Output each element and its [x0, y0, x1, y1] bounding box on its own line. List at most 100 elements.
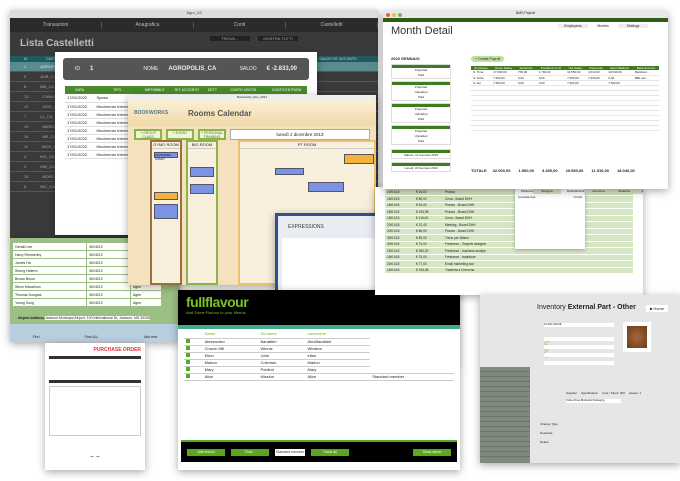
column-header[interactable]: DATA	[65, 86, 95, 94]
add-record-button[interactable]: Add record	[187, 448, 225, 456]
nav-anagrafica[interactable]: Anagrafica	[102, 22, 194, 28]
status-item[interactable]: Paid	[392, 95, 450, 100]
cell: John	[258, 351, 306, 360]
column-header: PT ROOM	[240, 142, 374, 149]
line-items	[49, 386, 141, 436]
date-cell: 06/18/12	[86, 274, 131, 283]
find-all-button[interactable]: Find ALL	[85, 335, 99, 342]
create-payroll-button[interactable]: + Create Payroll	[471, 56, 505, 62]
column-header[interactable]: CONTO USCITA	[220, 86, 267, 94]
table-row[interactable]: Thomas Douglas 06/18/12 Agen	[11, 290, 163, 299]
calendar-event[interactable]	[275, 168, 304, 175]
home-label: Home	[653, 306, 664, 311]
title-light: Inventory	[537, 304, 566, 311]
calendar-event[interactable]	[190, 167, 214, 177]
nav-castelletti[interactable]: Castelletti	[286, 22, 378, 28]
cell: LL_CA	[40, 114, 53, 119]
status-item[interactable]: Paid	[392, 139, 450, 144]
list-item[interactable]	[480, 452, 530, 457]
status-group: Prepared Uploaded Paid	[391, 103, 451, 123]
cell: BM_CA	[40, 84, 55, 89]
row-marker-icon	[186, 339, 190, 343]
nav-conti[interactable]: Conti	[194, 22, 286, 28]
cancel-data-button[interactable]: Cancella dati	[518, 195, 535, 200]
table-row[interactable]: Elton John elton	[184, 351, 454, 360]
home-button[interactable]: ■ Home	[645, 305, 668, 312]
cell: Mary	[202, 365, 259, 374]
table-row[interactable]: Alice Mission Alice Standard member	[184, 372, 454, 381]
cell: 13	[24, 94, 29, 99]
date-selector[interactable]: lunedì 2 dicembre 2013	[230, 129, 370, 140]
add-group-class-button[interactable]: + GROUP CLASS	[134, 129, 162, 140]
table-row[interactable]: Alessandro Barattieri AlexBarattieri	[184, 337, 454, 346]
status-select[interactable]: Agen	[129, 290, 163, 299]
status-group: Prepared Uploaded Paid	[391, 81, 451, 101]
cell: elton	[305, 351, 371, 360]
col-surname[interactable]: Surname	[258, 329, 305, 338]
row-marker-icon	[186, 346, 190, 350]
date-1: Sabato, 14 Gennaio 2023	[403, 153, 439, 157]
tab-months[interactable]: Months	[588, 24, 618, 28]
table-row[interactable]: Young Song 06/18/12 Agen	[11, 298, 163, 307]
column-header: BIG ROOM	[188, 142, 216, 149]
col-name[interactable]: Name	[203, 329, 259, 338]
find-button[interactable]: Find...	[231, 448, 269, 456]
tab-supplier[interactable]: Supplier	[566, 391, 577, 395]
calendar-event[interactable]	[154, 192, 178, 200]
find-button[interactable]: Find	[33, 335, 40, 342]
parts-list[interactable]	[480, 367, 530, 463]
column-header[interactable]: TIPO	[94, 86, 140, 94]
table-row[interactable]: Church Hill Winnie Winston	[184, 344, 454, 353]
column-header[interactable]: DETT	[204, 86, 221, 94]
add-new-button[interactable]: Add new	[144, 335, 158, 342]
name-cell: Thomas Douglas	[11, 290, 88, 299]
calendar-event[interactable]	[190, 184, 214, 194]
supplier-field[interactable]: Yellow Rose Bindsville Packaging	[566, 399, 621, 403]
cell: 3	[24, 164, 27, 169]
column-header[interactable]: IMPONIBILE	[139, 86, 170, 94]
show-report-button[interactable]: Show report	[413, 448, 451, 456]
change-type-option[interactable]: Change Type	[540, 420, 558, 429]
status-select[interactable]: Agen	[129, 298, 163, 307]
status-item[interactable]: Paid	[392, 73, 450, 78]
nav-transazioni[interactable]: Transazioni	[10, 22, 102, 28]
table-row[interactable]: 15/01/18 € 195,58 Trasferta a Cremona	[385, 267, 633, 274]
tab-assets[interactable]: Assets: 1	[629, 391, 641, 395]
page-title: Rooms Calendar	[188, 108, 252, 118]
tab-settings[interactable]: Settings	[618, 24, 648, 28]
name-cell: Steve Marathum	[11, 282, 88, 291]
table-row[interactable]: Marlon Coleman Marlon	[184, 358, 454, 367]
duplicate-option[interactable]: Duplicate	[540, 429, 558, 438]
name-label: NOME	[143, 66, 159, 72]
table-row[interactable]: Mary Poblind Mary	[184, 365, 454, 374]
cell: 4	[24, 154, 27, 159]
tab-cost-stock[interactable]: Cost / Stock: 460	[602, 391, 625, 395]
close-button[interactable]: Chiudi	[573, 195, 582, 200]
calendar-event[interactable]	[308, 182, 344, 192]
calendar-event[interactable]: LEVANDRA CAMPI	[154, 152, 178, 161]
status-group: Prepared Paid	[391, 64, 451, 79]
add-personal-training-button[interactable]: + PERSONAL TRAINING	[198, 129, 226, 140]
find-button[interactable]: TROVA...	[210, 36, 250, 41]
payroll-table: Employee Gross Salary Social Ins. Provident…	[471, 66, 659, 131]
field-label: Distanza	[618, 189, 631, 193]
delete-option[interactable]: Delete	[540, 438, 558, 447]
tab-employees[interactable]: Employees	[558, 24, 588, 28]
col-username[interactable]: Username	[306, 329, 371, 338]
column-header[interactable]: CONTO ENTRATA	[266, 86, 307, 94]
tab-specification[interactable]: Specification	[581, 391, 598, 395]
column-header[interactable]: RIT. ACCONTO	[169, 86, 205, 94]
cell: AUB_CA	[40, 74, 57, 79]
calendar-event[interactable]	[154, 204, 178, 219]
col-saldo-rit-acconto[interactable]: SALDO RIT. ACCONTO	[314, 56, 362, 62]
show-all-button[interactable]: MOSTRA TUTTI	[258, 36, 298, 41]
member-select[interactable]: Standard member	[275, 448, 305, 456]
address-field[interactable]: Jackson Municipal Airport, 100 Internati…	[45, 316, 150, 320]
show-all-button[interactable]: Show all	[311, 448, 349, 456]
add-event-button[interactable]: + EVENT	[166, 129, 194, 140]
cell: Marlon	[202, 358, 259, 367]
status-item[interactable]: Paid	[392, 117, 450, 122]
calendar-event[interactable]	[344, 154, 374, 164]
logo: BOOKWORKS	[134, 110, 169, 116]
part-number-field[interactable]: 19-081-STAGE	[544, 323, 614, 327]
